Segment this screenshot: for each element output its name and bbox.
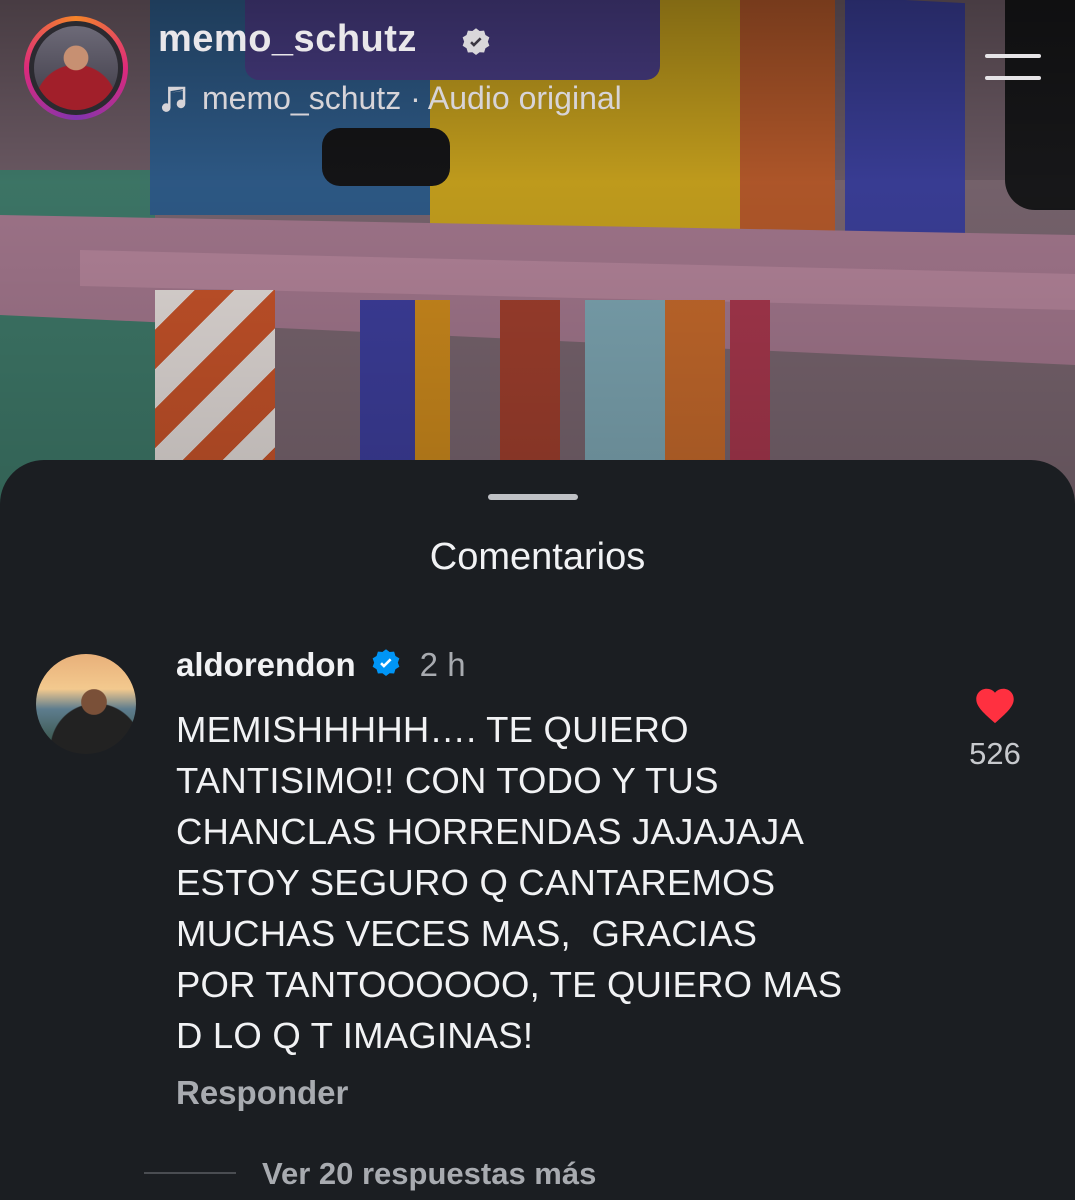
comment-header: aldorendon 2 h xyxy=(176,646,466,684)
music-note-icon xyxy=(161,86,186,112)
replies-divider xyxy=(144,1172,236,1174)
comment-timestamp: 2 h xyxy=(419,646,466,683)
comment-text: MEMISHHHHH…. TE QUIERO TANTISIMO!! CON T… xyxy=(176,709,843,1056)
reel-comments-screen: memo_schutz memo_schutz · Audio original… xyxy=(0,0,1075,1200)
verified-badge-icon xyxy=(372,649,400,676)
commenter-avatar[interactable] xyxy=(36,654,136,754)
view-replies-button[interactable]: Ver 20 respuestas más xyxy=(262,1156,596,1192)
commenter-username[interactable]: aldorendon xyxy=(176,646,356,684)
author-avatar[interactable] xyxy=(24,16,128,120)
heart-icon xyxy=(976,688,1014,724)
audio-label: memo_schutz · Audio original xyxy=(202,80,622,116)
sheet-title: Comentarios xyxy=(429,536,646,578)
audio-link[interactable]: memo_schutz · Audio original xyxy=(158,80,622,117)
menu-icon[interactable] xyxy=(985,48,1041,84)
reel-header: memo_schutz memo_schutz · Audio original xyxy=(0,0,1075,140)
like-button[interactable]: 526 xyxy=(960,684,1030,772)
verified-badge-icon xyxy=(462,28,490,55)
comments-sheet: Comentarios aldorendon 2 h MEMISHHHHH…. … xyxy=(0,460,1075,1200)
like-count: 526 xyxy=(969,736,1021,771)
author-username[interactable]: memo_schutz xyxy=(158,18,417,61)
sheet-drag-handle[interactable] xyxy=(488,494,578,500)
reply-button[interactable]: Responder xyxy=(176,1074,348,1112)
